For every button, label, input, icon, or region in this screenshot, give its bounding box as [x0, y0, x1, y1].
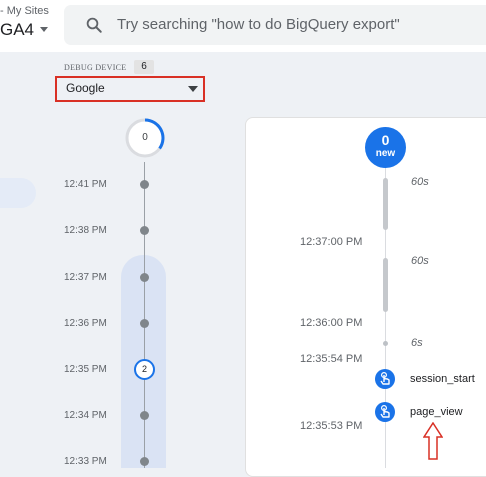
- gap-duration-label: 6s: [411, 337, 423, 349]
- minute-dot[interactable]: [140, 226, 149, 235]
- new-events-badge[interactable]: 0 new: [365, 127, 406, 168]
- new-events-count: 0: [381, 132, 390, 148]
- dropdown-arrow-icon: [188, 86, 198, 92]
- property-selector[interactable]: GA4: [0, 20, 34, 40]
- minute-time: 12:33 PM: [64, 456, 107, 467]
- selected-device: Google: [66, 81, 105, 95]
- session-start-event-icon[interactable]: [375, 369, 395, 389]
- minute-time: 12:38 PM: [64, 225, 107, 236]
- search-placeholder: Try searching "how to do BigQuery export…: [117, 16, 400, 33]
- debug-device-count-badge: 6: [134, 60, 154, 74]
- gap-duration-label: 60s: [411, 255, 429, 267]
- debug-device-label: DEBUG DEVICE: [64, 63, 127, 72]
- minute-dot[interactable]: [140, 273, 149, 282]
- minute-time: 12:41 PM: [64, 179, 107, 190]
- account-breadcrumb[interactable]: - My Sites: [0, 5, 49, 17]
- search-icon: [86, 17, 102, 33]
- minutes-total-counter: 0: [125, 118, 165, 158]
- second-time: 12:35:54 PM: [300, 353, 363, 365]
- minutes-stream-line: [144, 162, 145, 468]
- touch-icon: [380, 371, 390, 385]
- minute-time: 12:36 PM: [64, 318, 107, 329]
- minute-time: 12:37 PM: [64, 272, 107, 283]
- minute-dot[interactable]: [140, 457, 149, 466]
- search-input[interactable]: Try searching "how to do BigQuery export…: [64, 5, 486, 45]
- minute-time: 12:34 PM: [64, 410, 107, 421]
- gap-duration-label: 60s: [411, 176, 429, 188]
- event-name[interactable]: page_view: [410, 406, 463, 418]
- minute-dot[interactable]: [140, 411, 149, 420]
- event-name[interactable]: session_start: [410, 373, 475, 385]
- minute-dot[interactable]: [140, 319, 149, 328]
- gap-bar: [383, 258, 388, 312]
- minute-dot[interactable]: [140, 180, 149, 189]
- page-view-event-icon[interactable]: [375, 402, 395, 422]
- new-events-label: new: [375, 148, 396, 159]
- seconds-stream-panel: [245, 117, 486, 477]
- minute-event-count-badge[interactable]: 2: [134, 359, 155, 380]
- second-time: 12:37:00 PM: [300, 236, 363, 248]
- gap-dot: [383, 341, 388, 346]
- top-header: - My Sites GA4 Try searching "how to do …: [0, 0, 486, 52]
- up-arrow-annotation-icon: [423, 422, 443, 460]
- minute-time: 12:35 PM: [64, 364, 107, 375]
- touch-icon: [380, 404, 390, 418]
- debug-device-dropdown[interactable]: Google: [55, 76, 205, 102]
- minutes-total-count: 0: [142, 132, 148, 143]
- gap-bar: [383, 178, 388, 230]
- second-time: 12:36:00 PM: [300, 317, 363, 329]
- second-time: 12:35:53 PM: [300, 420, 363, 432]
- sidebar-selected-item[interactable]: [0, 178, 36, 208]
- chevron-down-icon[interactable]: [40, 27, 48, 32]
